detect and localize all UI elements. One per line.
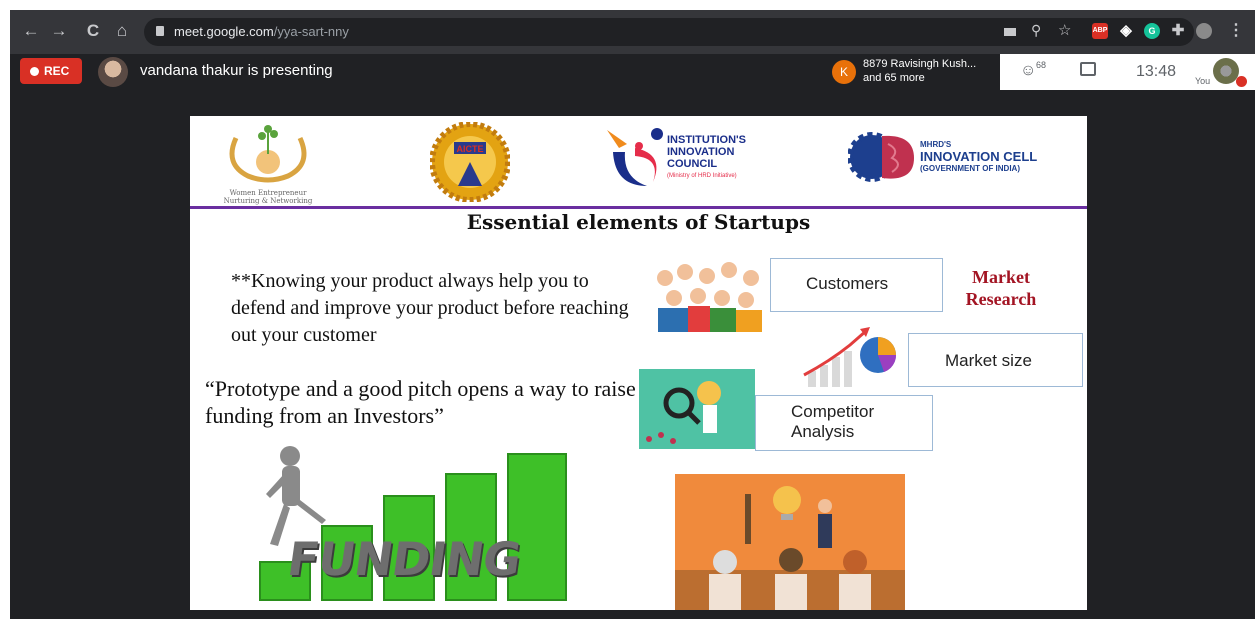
slide-title: Essential elements of Startups bbox=[466, 210, 811, 234]
clock: 13:48 bbox=[1136, 63, 1177, 80]
participant-name: 8879 Ravisingh Kush... bbox=[863, 58, 977, 70]
iic-line2: INNOVATION bbox=[667, 146, 735, 158]
diamond-extension-icon[interactable]: ◈ bbox=[1118, 23, 1134, 39]
product-note: **Knowing your product always help you t… bbox=[231, 270, 629, 346]
competitor-illustration bbox=[639, 369, 755, 449]
lock-icon bbox=[156, 26, 164, 36]
record-dot-icon bbox=[30, 67, 39, 76]
notification-badge bbox=[1236, 76, 1247, 87]
iic-line1: INSTITUTION'S bbox=[667, 134, 747, 146]
iic-line3: COUNCIL bbox=[667, 158, 718, 170]
mhrd-line1: MHRD'S bbox=[920, 140, 952, 149]
meet-window: ← → C ⌂ meet.google.com/yya-sart-nny ⚲ ☆… bbox=[10, 10, 1255, 619]
pitch-quote: “Prototype and a good pitch opens a way … bbox=[205, 376, 636, 428]
extensions-puzzle-icon[interactable]: ✚ bbox=[1170, 23, 1186, 39]
url-host: meet.google.com bbox=[174, 24, 274, 39]
aicte-text: AICTE bbox=[456, 144, 484, 154]
market-research-label: Market Research bbox=[965, 267, 1037, 309]
slide-logo-header: Women Entrepreneur Nurturing & Networkin… bbox=[190, 116, 1087, 208]
home-icon[interactable]: ⌂ bbox=[111, 20, 133, 42]
iic-line4: (Ministry of HRD Initiative) bbox=[667, 173, 737, 179]
grammarly-extension-icon[interactable]: G bbox=[1144, 23, 1160, 39]
wenn-caption: Women Entrepreneur Nurturing & Networkin… bbox=[223, 189, 313, 205]
adblock-extension-icon[interactable]: ABP bbox=[1092, 23, 1108, 39]
presenter-status: vandana thakur is presenting bbox=[140, 62, 333, 79]
zoom-icon[interactable]: ⚲ bbox=[1031, 22, 1041, 39]
browser-menu-icon[interactable]: ⋮ bbox=[1228, 23, 1244, 39]
people-count: 68 bbox=[1036, 60, 1047, 70]
profile-avatar-icon[interactable] bbox=[1196, 23, 1212, 39]
presentation-slide: Women Entrepreneur Nurturing & Networkin… bbox=[190, 116, 1087, 610]
pitch-presentation-illustration bbox=[675, 474, 905, 610]
competitor-label: Competitor Analysis bbox=[791, 402, 875, 441]
bookmark-star-icon[interactable]: ☆ bbox=[1058, 21, 1071, 39]
aicte-logo: AICTE bbox=[429, 121, 511, 203]
meet-controls: ☺ 68 13:48 You bbox=[1000, 54, 1255, 90]
participant-avatar: K bbox=[832, 60, 856, 84]
participant-summary: 8879 Ravisingh Kush... and 65 more bbox=[863, 57, 976, 85]
participant-more: and 65 more bbox=[863, 72, 925, 84]
browser-toolbar: ← → C ⌂ meet.google.com/yya-sart-nny ⚲ ☆… bbox=[10, 10, 1255, 54]
url-text: meet.google.com/yya-sart-nny bbox=[174, 24, 349, 39]
back-arrow-icon[interactable]: ← bbox=[20, 20, 42, 42]
wenn-logo: Women Entrepreneur Nurturing & Networkin… bbox=[218, 124, 318, 205]
funding-illustration: FUNDING bbox=[230, 434, 600, 606]
url-path: /yya-sart-nny bbox=[273, 24, 349, 39]
mhrd-innovation-cell-logo: MHRD'S INNOVATION CELL (GOVERNMENT OF IN… bbox=[847, 126, 1058, 196]
customers-box: Customers bbox=[770, 258, 943, 312]
you-label: You bbox=[1195, 76, 1211, 86]
market-size-chart-illustration bbox=[800, 321, 910, 391]
camera-icon[interactable] bbox=[1004, 28, 1016, 36]
market-size-box: Market size bbox=[908, 333, 1083, 387]
customers-crowd-illustration bbox=[650, 254, 775, 334]
funding-word: FUNDING bbox=[284, 532, 524, 586]
market-size-label: Market size bbox=[945, 351, 1032, 370]
forward-arrow-icon[interactable]: → bbox=[48, 20, 70, 42]
presenter-avatar bbox=[98, 57, 128, 87]
header-divider bbox=[190, 206, 1087, 209]
competitor-box: Competitor Analysis bbox=[755, 395, 933, 451]
people-icon[interactable]: ☺ bbox=[1020, 62, 1036, 80]
reload-icon[interactable]: C bbox=[82, 20, 104, 42]
mhrd-line2: INNOVATION CELL bbox=[920, 149, 1038, 164]
recording-badge: REC bbox=[20, 58, 82, 84]
iic-logo: INSTITUTION'S INNOVATION COUNCIL (Minist… bbox=[605, 124, 785, 194]
address-bar[interactable]: meet.google.com/yya-sart-nny ⚲ ☆ bbox=[144, 18, 1194, 46]
chat-icon[interactable] bbox=[1080, 62, 1096, 76]
customers-label: Customers bbox=[806, 274, 889, 293]
mhrd-line3: (GOVERNMENT OF INDIA) bbox=[920, 164, 1020, 173]
rec-label: REC bbox=[44, 64, 70, 78]
